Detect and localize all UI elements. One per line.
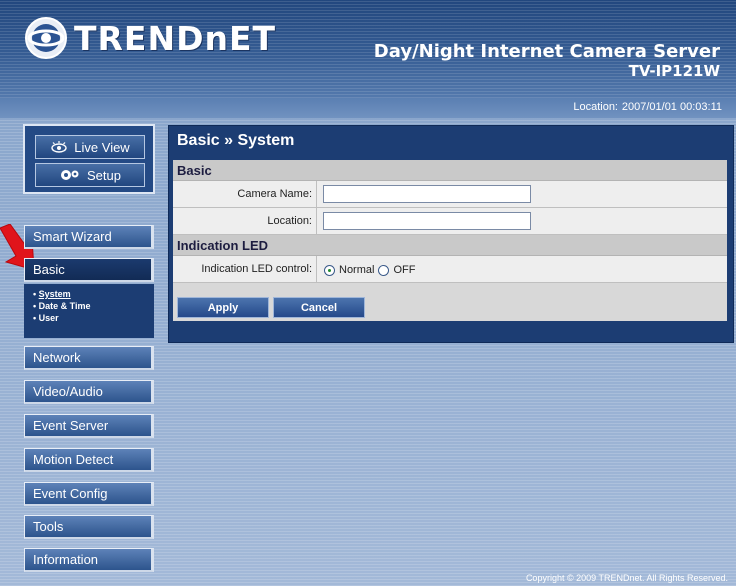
sidebar-item-label: Smart Wizard: [33, 229, 112, 244]
led-control-row: Indication LED control: Normal OFF: [173, 256, 727, 283]
led-control-label: Indication LED control:: [173, 256, 317, 282]
submenu-item-date-time[interactable]: • Date & Time: [33, 300, 154, 312]
brand-logo: TRENDnET: [24, 16, 276, 60]
camera-name-row: Camera Name:: [173, 181, 727, 208]
eye-icon: [51, 141, 67, 153]
basic-submenu: • System • Date & Time • User: [24, 284, 154, 338]
location-status-bar: Location: 2007/01/01 00:03:11: [0, 98, 736, 118]
setup-button[interactable]: Setup: [35, 163, 145, 187]
brand-name: TRENDnET: [74, 18, 277, 58]
settings-panel: Basic » System Basic Camera Name: Locati…: [168, 125, 734, 343]
led-normal-label: Normal: [339, 264, 375, 276]
sidebar-item-basic[interactable]: Basic: [24, 258, 154, 282]
sidebar-item-event-server[interactable]: Event Server: [24, 414, 154, 438]
submenu-item-label: Date & Time: [38, 301, 91, 311]
sidebar-item-label: Tools: [33, 519, 64, 534]
sidebar-item-event-config[interactable]: Event Config: [24, 482, 154, 506]
sidebar-item-label: Network: [33, 350, 81, 365]
view-mode-box: Live View Setup: [23, 124, 155, 194]
product-model: TV-IP121W: [628, 62, 720, 80]
sidebar-item-label: Information: [33, 552, 99, 567]
current-datetime: 2007/01/01 00:03:11: [621, 101, 722, 113]
section-header-basic: Basic: [173, 160, 727, 181]
section-header-indication-led: Indication LED: [173, 235, 727, 256]
live-view-label: Live View: [74, 139, 130, 155]
location-field-label: Location:: [173, 208, 317, 234]
submenu-item-label: System: [38, 289, 71, 299]
sidebar-item-tools[interactable]: Tools: [24, 515, 154, 539]
led-off-radio[interactable]: [378, 264, 390, 276]
sidebar-item-label: Motion Detect: [33, 452, 114, 467]
cancel-button[interactable]: Cancel: [273, 297, 365, 318]
led-off-label: OFF: [393, 264, 416, 276]
sidebar-item-information[interactable]: Information: [24, 548, 154, 572]
gears-icon: [61, 170, 79, 180]
apply-button[interactable]: Apply: [177, 297, 269, 318]
sidebar-item-label: Event Config: [33, 486, 108, 501]
sidebar-item-label: Event Server: [33, 418, 109, 433]
camera-name-label: Camera Name:: [173, 181, 317, 207]
setup-label: Setup: [87, 167, 121, 183]
location-label: Location:: [573, 101, 618, 113]
live-view-button[interactable]: Live View: [35, 135, 145, 159]
sidebar-item-motion-detect[interactable]: Motion Detect: [24, 448, 154, 472]
sidebar-item-label: Video/Audio: [33, 384, 103, 399]
sidebar-item-label: Basic: [33, 262, 65, 277]
submenu-item-label: User: [38, 313, 59, 323]
sidebar-item-smart-wizard[interactable]: Smart Wizard: [24, 225, 154, 249]
product-title: Day/Night Internet Camera Server: [373, 41, 720, 62]
location-input[interactable]: [323, 212, 531, 230]
settings-form: Basic Camera Name: Location: Indication …: [173, 160, 727, 321]
submenu-item-system[interactable]: • System: [33, 288, 154, 300]
led-normal-radio[interactable]: [324, 264, 335, 276]
location-row: Location:: [173, 208, 727, 235]
page-title: Basic » System: [177, 132, 295, 149]
page-background: TRENDnET Day/Night Internet Camera Serve…: [0, 0, 736, 586]
form-actions: Apply Cancel: [173, 292, 727, 321]
sidebar-item-network[interactable]: Network: [24, 346, 154, 370]
submenu-item-user[interactable]: • User: [33, 312, 154, 324]
sidebar-item-video-audio[interactable]: Video/Audio: [24, 380, 154, 404]
camera-name-input[interactable]: [323, 185, 531, 203]
copyright-notice: Copyright © 2009 TRENDnet. All Rights Re…: [525, 573, 728, 583]
trendnet-logo-icon: [25, 17, 67, 59]
led-control-radio-group: Normal OFF: [324, 262, 419, 278]
header-banner: TRENDnET Day/Night Internet Camera Serve…: [0, 0, 736, 98]
